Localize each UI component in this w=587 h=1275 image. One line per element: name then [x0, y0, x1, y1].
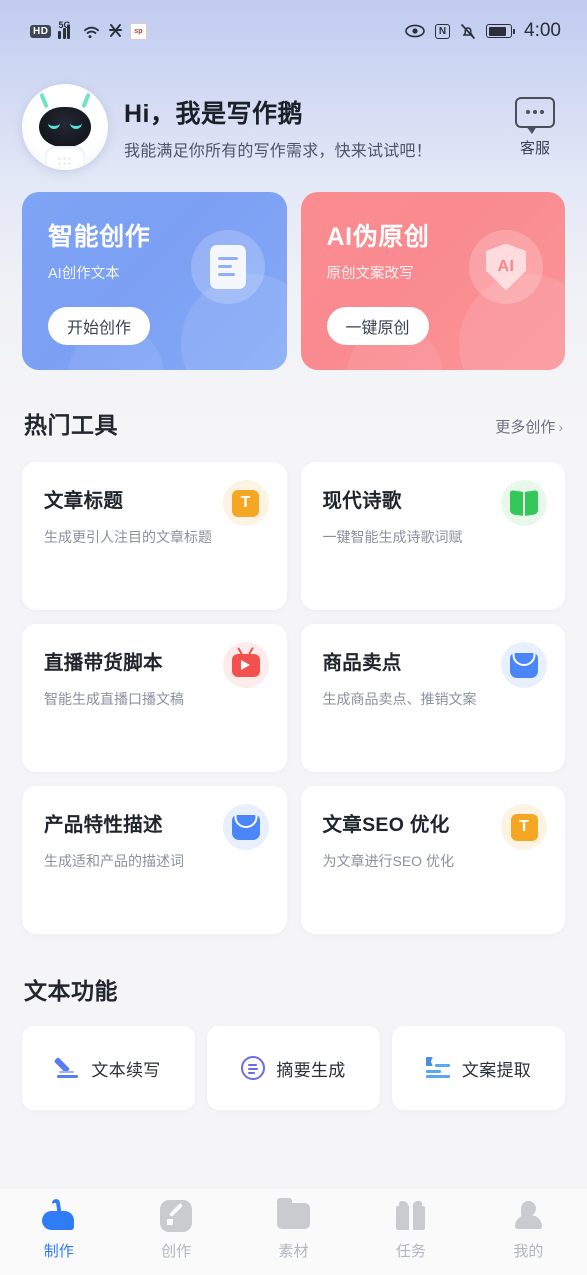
- status-bar-left: HD 5G sp: [30, 20, 147, 40]
- text-functions-title: 文本功能: [24, 978, 118, 1004]
- tool-card[interactable]: 文章SEO 优化 为文章进行SEO 优化 T: [300, 786, 565, 934]
- page-title: Hi，我是写作鹅: [124, 99, 304, 128]
- pencil-square-icon: [160, 1198, 193, 1234]
- text-function-label: 文本续写: [91, 1060, 161, 1080]
- sporl-app-icon: sp: [129, 22, 147, 40]
- banner-card-smart-writing[interactable]: 智能创作 AI创作文本 开始创作: [22, 192, 287, 370]
- text-functions-header: 文本功能: [0, 934, 587, 1006]
- nav-label: 任务: [395, 1243, 426, 1260]
- nav-item-tasks[interactable]: 任务: [352, 1198, 469, 1261]
- hot-tools-grid: 文章标题 生成更引人注目的文章标题 T 现代诗歌 一键智能生成诗歌词赋 直播带货…: [0, 440, 587, 934]
- list-extract-icon: [425, 1057, 451, 1079]
- tool-description: 一键智能生成诗歌词赋: [322, 529, 463, 545]
- text-function-extract[interactable]: 文案提取: [392, 1026, 565, 1110]
- app-screen: HD 5G sp N 4:00 Hi，我是写作鹅 我能满足你所有的写作需求，快来…: [0, 0, 587, 1275]
- red-tv-play-icon: [222, 642, 269, 688]
- text-function-label: 文案提取: [461, 1060, 532, 1080]
- user-icon: [513, 1198, 543, 1234]
- tool-card[interactable]: 现代诗歌 一键智能生成诗歌词赋: [300, 462, 565, 610]
- robot-mascot-avatar: [22, 84, 108, 170]
- nav-label: 制作: [43, 1243, 74, 1260]
- greeting-text: Hi，我是写作鹅 我能满足你所有的写作需求，快来试试吧！: [124, 94, 505, 161]
- battery-icon: [486, 24, 516, 38]
- circle-lines-icon: [241, 1056, 266, 1080]
- customer-service-label: 客服: [519, 139, 550, 157]
- banner-action-button[interactable]: 开始创作: [48, 307, 151, 345]
- shield-ai-label: AI: [486, 243, 526, 291]
- nav-label: 创作: [161, 1243, 192, 1260]
- banner-row: 智能创作 AI创作文本 开始创作 AI伪原创 原创文案改写 AI 一键原创: [0, 170, 587, 370]
- hot-tools-header: 热门工具 更多创作 ›: [0, 370, 587, 440]
- tool-description: 生成商品卖点、推销文案: [322, 691, 477, 707]
- shield-ai-icon: AI: [469, 230, 543, 304]
- banner-action-button[interactable]: 一键原创: [326, 307, 429, 345]
- tool-description: 生成适和产品的描述词: [44, 853, 184, 869]
- tool-description: 智能生成直播口播文稿: [44, 691, 184, 707]
- network-type-label: 5G: [58, 19, 71, 30]
- text-functions-row: 文本续写 摘要生成 文案提取: [0, 1006, 587, 1110]
- blue-shopping-bag-icon: [222, 804, 269, 850]
- tool-card[interactable]: 商品卖点 生成商品卖点、推销文案: [300, 624, 565, 772]
- tool-description: 为文章进行SEO 优化: [322, 853, 454, 869]
- nav-label: 素材: [278, 1243, 309, 1260]
- hd-icon: HD: [30, 24, 52, 38]
- status-bar: HD 5G sp N 4:00: [0, 0, 587, 62]
- more-creations-label: 更多创作: [495, 419, 556, 436]
- pencil-underline-icon: [56, 1056, 80, 1080]
- signal-bars-icon: 5G: [58, 20, 75, 39]
- chat-bubble-icon: [515, 96, 555, 134]
- nfc-icon: N: [435, 23, 451, 39]
- blue-shopping-bag-icon: [501, 642, 547, 688]
- nav-item-materials[interactable]: 素材: [235, 1198, 352, 1261]
- wifi-icon: [82, 24, 101, 39]
- nav-item-profile[interactable]: 我的: [470, 1198, 587, 1261]
- eye-comfort-icon: [405, 24, 425, 38]
- banner-card-ai-rewrite[interactable]: AI伪原创 原创文案改写 AI 一键原创: [300, 192, 565, 370]
- gift-icon: [396, 1198, 426, 1234]
- tool-card[interactable]: 产品特性描述 生成适和产品的描述词: [22, 786, 287, 934]
- swan-icon: [41, 1198, 76, 1234]
- orange-t-square-icon: T: [501, 804, 547, 850]
- tool-icon-glyph: T: [232, 489, 259, 517]
- nav-item-production[interactable]: 制作: [0, 1198, 117, 1261]
- status-bar-clock: 4:00: [524, 20, 561, 41]
- nav-item-create[interactable]: 创作: [117, 1198, 234, 1261]
- text-function-continue[interactable]: 文本续写: [22, 1026, 195, 1110]
- document-lines-icon: [190, 230, 265, 304]
- green-book-icon: [501, 480, 547, 526]
- nav-label: 我的: [513, 1243, 544, 1260]
- bottom-navigation-bar: 制作 创作 素材 任务 我的: [0, 1187, 587, 1275]
- chevron-right-icon: ›: [558, 418, 563, 435]
- orange-t-square-icon: T: [222, 480, 269, 526]
- tool-card[interactable]: 直播带货脚本 智能生成直播口播文稿: [22, 624, 287, 772]
- vpn-icon: [108, 23, 123, 39]
- status-bar-right: N 4:00: [405, 20, 561, 42]
- tool-icon-glyph: T: [510, 813, 538, 841]
- customer-service-button[interactable]: 客服: [505, 96, 565, 158]
- tool-card[interactable]: 文章标题 生成更引人注目的文章标题 T: [22, 462, 287, 610]
- text-function-label: 摘要生成: [276, 1060, 346, 1080]
- more-creations-link[interactable]: 更多创作 ›: [495, 416, 563, 437]
- hot-tools-title: 热门工具: [24, 412, 118, 438]
- mute-bell-icon: [460, 23, 476, 40]
- greeting-header: Hi，我是写作鹅 我能满足你所有的写作需求，快来试试吧！ 客服: [0, 62, 587, 170]
- text-function-summary[interactable]: 摘要生成: [207, 1026, 380, 1110]
- folder-icon: [277, 1198, 311, 1234]
- tool-description: 生成更引人注目的文章标题: [44, 529, 212, 545]
- greeting-subtitle: 我能满足你所有的写作需求，快来试试吧！: [124, 142, 432, 160]
